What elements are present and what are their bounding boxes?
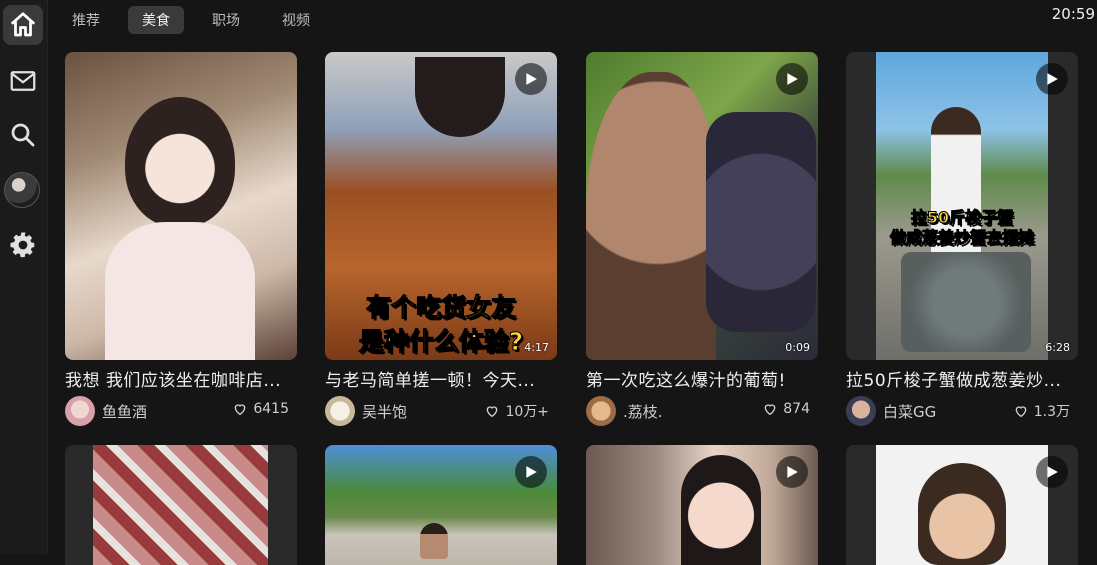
video-duration: 4:17 [524, 341, 549, 354]
play-button[interactable] [1036, 63, 1068, 95]
play-icon [1047, 73, 1058, 85]
play-button[interactable] [776, 63, 808, 95]
author-avatar[interactable] [586, 396, 616, 426]
card-thumbnail[interactable] [586, 445, 818, 565]
play-icon [526, 466, 537, 478]
play-icon [526, 73, 537, 85]
heart-icon [764, 404, 776, 416]
author-name[interactable]: 吴半饱 [362, 401, 407, 422]
mail-button[interactable] [3, 61, 43, 101]
play-icon [1047, 466, 1058, 478]
feed-card[interactable] [325, 445, 557, 565]
card-title: 第一次吃这么爆汁的葡萄! [586, 371, 786, 391]
play-button[interactable] [1036, 456, 1068, 488]
like-count-value: 6415 [253, 401, 289, 417]
feed-card[interactable]: 我想 我们应该坐在咖啡店... 鱼鱼酒 6415 [65, 52, 297, 427]
card-title: 拉50斤梭子蟹做成葱姜炒... [846, 371, 1062, 391]
like-count[interactable]: 6415 [232, 401, 289, 417]
heart-icon [1015, 406, 1027, 418]
play-button[interactable] [515, 63, 547, 95]
home-button[interactable] [3, 5, 43, 45]
like-count-value: 10万+ [505, 404, 549, 420]
card-title: 与老马简单搓一顿！今天... [325, 371, 536, 391]
like-count[interactable]: 874 [762, 401, 810, 417]
feed-card[interactable]: 0:09 第一次吃这么爆汁的葡萄! .荔枝. 874 [586, 52, 818, 427]
tab-video[interactable]: 视频 [268, 6, 324, 34]
video-duration: 0:09 [785, 341, 810, 354]
tab-recommend[interactable]: 推荐 [58, 6, 114, 34]
like-count-value: 874 [783, 401, 810, 417]
thumbnail-caption-line2: 是种什么体验? [358, 327, 524, 357]
tab-workplace[interactable]: 职场 [198, 6, 254, 34]
author-avatar[interactable] [846, 396, 876, 426]
gear-icon [10, 232, 35, 258]
thumbnail-caption-line2: 做成葱姜炒蟹去摆摊 [889, 228, 1034, 248]
home-icon [10, 12, 36, 37]
mail-icon [10, 71, 36, 91]
play-icon [787, 73, 798, 85]
card-thumbnail[interactable]: 有个吃货女友 是种什么体验? 4:17 [325, 52, 557, 360]
play-button[interactable] [515, 456, 547, 488]
feed-card[interactable] [65, 445, 297, 565]
author-name[interactable]: .荔枝. [623, 401, 663, 422]
search-button[interactable] [3, 115, 43, 155]
heart-icon [235, 404, 246, 416]
sidebar [0, 0, 48, 554]
user-avatar[interactable] [4, 172, 40, 208]
clock: 20:59 [1051, 5, 1095, 23]
card-thumbnail[interactable] [65, 445, 297, 565]
like-count[interactable]: 1.3万 [1013, 401, 1070, 421]
card-thumbnail[interactable] [325, 445, 557, 565]
like-count[interactable]: 10万+ [484, 401, 549, 421]
search-icon [11, 123, 35, 147]
play-button[interactable] [776, 456, 808, 488]
like-count-value: 1.3万 [1033, 404, 1070, 420]
author-name[interactable]: 白菜GG [883, 401, 936, 422]
feed-card[interactable]: 有个吃货女友 是种什么体验? 4:17 与老马简单搓一顿！今天... 吴半饱 1… [325, 52, 557, 427]
play-icon [787, 466, 798, 478]
card-thumbnail[interactable]: 0:09 [586, 52, 818, 360]
author-name[interactable]: 鱼鱼酒 [102, 401, 147, 422]
card-thumbnail[interactable] [65, 52, 297, 360]
feed-card[interactable]: 拉50斤梭子蟹 做成葱姜炒蟹去摆摊 6:28 拉50斤梭子蟹做成葱姜炒... 白… [846, 52, 1078, 427]
card-thumbnail[interactable] [846, 445, 1078, 565]
feed-card[interactable] [586, 445, 818, 565]
author-avatar[interactable] [65, 396, 95, 426]
video-duration: 6:28 [1045, 341, 1070, 354]
thumbnail-caption-line1: 有个吃货女友 [365, 293, 516, 323]
tab-food[interactable]: 美食 [128, 6, 184, 34]
heart-icon [487, 406, 498, 418]
card-thumbnail[interactable]: 拉50斤梭子蟹 做成葱姜炒蟹去摆摊 6:28 [846, 52, 1078, 360]
card-title: 我想 我们应该坐在咖啡店... [65, 371, 282, 391]
settings-button[interactable] [3, 225, 43, 265]
feed-card[interactable] [846, 445, 1078, 565]
author-avatar[interactable] [325, 396, 355, 426]
category-tabs: 推荐 美食 职场 视频 [58, 6, 324, 34]
